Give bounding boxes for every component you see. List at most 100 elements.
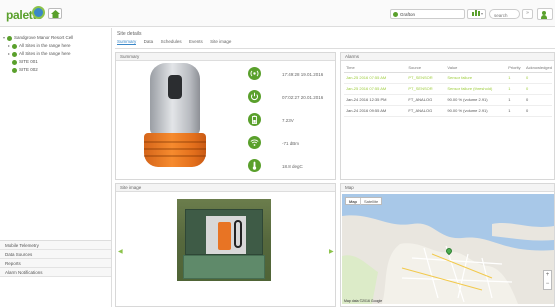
cell-acknowledged: 0 xyxy=(523,72,552,84)
device-body xyxy=(150,63,200,135)
device-display xyxy=(168,75,182,99)
tab-site-image[interactable]: Site image xyxy=(210,39,231,44)
map-attribution: Map data ©2016 Google xyxy=(344,299,383,303)
cell-acknowledged: 0 xyxy=(523,105,552,117)
status-signal-strength: -71 dBm xyxy=(282,141,300,146)
photo-logger xyxy=(218,222,231,250)
sidebar-link-data-sources[interactable]: Data Sources xyxy=(0,250,111,259)
tab-schedules[interactable]: Schedules xyxy=(161,39,182,44)
cell-source: FT_ANALOG xyxy=(406,105,446,117)
logo-badge-icon xyxy=(32,6,45,19)
charts-button[interactable]: ▾ xyxy=(467,9,486,19)
user-icon-body xyxy=(541,15,547,19)
device-image xyxy=(144,63,206,169)
tree-item-label: All Sites in the range here xyxy=(19,51,71,56)
chevron-down-icon[interactable]: ▾ xyxy=(3,35,5,40)
top-bar: palette Grafton ▾ » xyxy=(0,0,555,27)
tab-data[interactable]: Data xyxy=(144,39,154,44)
table-row[interactable]: Jan-24 2016 12:35 PM FT_ANALOG 90.00 % (… xyxy=(344,94,552,106)
sidebar-links: Mobile Telemetry Data Sources Reports Al… xyxy=(0,240,111,277)
cell-acknowledged: 0 xyxy=(523,83,552,95)
site-image-panel-title: Site image xyxy=(116,184,335,192)
cell-time: Jan-25 2016 07:55 AM xyxy=(344,72,407,84)
status-temperature: 18.8 degC xyxy=(282,164,303,169)
map-type-control: Map Satellite xyxy=(345,197,383,205)
site-selector[interactable]: Grafton xyxy=(390,9,465,19)
sidebar-link-reports[interactable]: Reports xyxy=(0,259,111,268)
zoom-in-button[interactable]: + xyxy=(544,271,551,280)
site-status-icon xyxy=(12,44,17,49)
next-image-button[interactable]: ▶ xyxy=(329,248,334,255)
zoom-out-button[interactable]: − xyxy=(544,280,551,289)
zoom-control: + − xyxy=(543,270,552,290)
tabs-divider xyxy=(115,48,555,49)
map-panel-title: Map xyxy=(341,184,554,192)
table-row[interactable]: Jan-24 2016 09:55 AM FT_ANALOG 90.00 % (… xyxy=(344,105,552,117)
chevron-right-icon[interactable]: ▸ xyxy=(8,51,10,56)
summary-panel-title: Summary xyxy=(116,53,335,61)
cell-source: PT_SENSOR xyxy=(406,83,446,95)
status-battery: 7.23V xyxy=(282,118,294,123)
status-last-contact: 17:49:28 19.01.2016 xyxy=(282,72,324,77)
site-status-icon xyxy=(7,36,12,41)
cell-acknowledged: 0 xyxy=(523,94,552,106)
home-button[interactable] xyxy=(48,8,62,19)
user-menu-button[interactable] xyxy=(537,8,553,20)
site-status-icon xyxy=(393,12,398,17)
column-header-time[interactable]: Time xyxy=(344,64,407,73)
map-type-map-button[interactable]: Map xyxy=(346,198,361,205)
photo-plinth xyxy=(183,255,265,279)
cell-value: Sensor failure (threshold) xyxy=(445,83,507,95)
sidebar-link-alarm-notifications[interactable]: Alarm Notifications xyxy=(0,268,111,277)
site-photo xyxy=(177,199,271,281)
table-row[interactable]: Jan-25 2016 07:55 AM PT_SENSOR Sensor fa… xyxy=(344,83,552,95)
table-header-row: Time Source Value Priority Acknowledged xyxy=(344,64,552,73)
cell-priority: 1 xyxy=(506,94,524,106)
cell-priority: 1 xyxy=(506,72,524,84)
wifi-icon xyxy=(248,136,261,149)
cell-time: Jan-24 2016 12:35 PM xyxy=(344,94,407,106)
chevron-right-icon[interactable]: ▸ xyxy=(8,43,10,48)
column-header-acknowledged[interactable]: Acknowledged xyxy=(523,64,552,73)
home-icon xyxy=(51,10,60,18)
device-rib xyxy=(144,155,206,157)
map-view[interactable]: Map Satellite + − Map data ©2016 Google xyxy=(342,194,554,304)
signal-icon xyxy=(248,67,261,80)
previous-image-button[interactable]: ◀ xyxy=(118,248,123,255)
cell-time: Jan-25 2016 07:55 AM xyxy=(344,83,407,95)
map-panel: Map Map Satellite + − Map data ©2016 Goog… xyxy=(340,183,555,307)
cell-priority: 1 xyxy=(506,105,524,117)
sidebar-link-mobile-telemetry[interactable]: Mobile Telemetry xyxy=(0,241,111,250)
search-button[interactable]: » xyxy=(522,9,533,19)
alarms-table: Time Source Value Priority Acknowledged … xyxy=(344,64,552,117)
cell-source: FT_ANALOG xyxy=(406,94,446,106)
device-rib xyxy=(144,141,206,143)
status-last-power: 07:02:27 20.01.2016 xyxy=(282,95,324,100)
power-icon xyxy=(248,90,261,103)
tree-item-label: Sandgrove Manor Resort Cell xyxy=(14,35,74,40)
tab-summary[interactable]: Summary xyxy=(117,39,137,45)
column-header-value[interactable]: Value xyxy=(445,64,507,73)
tab-events[interactable]: Events xyxy=(189,39,203,44)
map-type-satellite-button[interactable]: Satellite xyxy=(361,198,381,205)
column-header-priority[interactable]: Priority xyxy=(506,64,524,73)
device-base xyxy=(144,133,206,167)
tree-item-label: All Sites in the range here xyxy=(19,43,71,48)
page-title: Site details xyxy=(117,31,142,37)
site-status-icon xyxy=(12,52,17,57)
column-header-source[interactable]: Source xyxy=(406,64,446,73)
chevron-down-icon: ▾ xyxy=(481,11,484,16)
summary-panel: Summary 17:49:28 19.01.2016 07:02:27 20.… xyxy=(115,52,336,180)
photo-cable xyxy=(234,220,242,248)
table-row[interactable]: Jan-25 2016 07:55 AM PT_SENSOR Sensor fa… xyxy=(344,72,552,84)
site-status-icon xyxy=(12,60,17,65)
tree-item-label: SITE 002 xyxy=(19,67,38,72)
cell-value: 90.00 % (volume 2.91) xyxy=(445,94,507,106)
site-status-icon xyxy=(12,68,17,73)
cell-time: Jan-24 2016 09:55 AM xyxy=(344,105,407,117)
photo-cabinet xyxy=(185,209,263,255)
battery-icon xyxy=(248,113,261,126)
search-input[interactable] xyxy=(489,9,520,19)
cell-priority: 1 xyxy=(506,83,524,95)
thermometer-icon xyxy=(248,159,261,172)
